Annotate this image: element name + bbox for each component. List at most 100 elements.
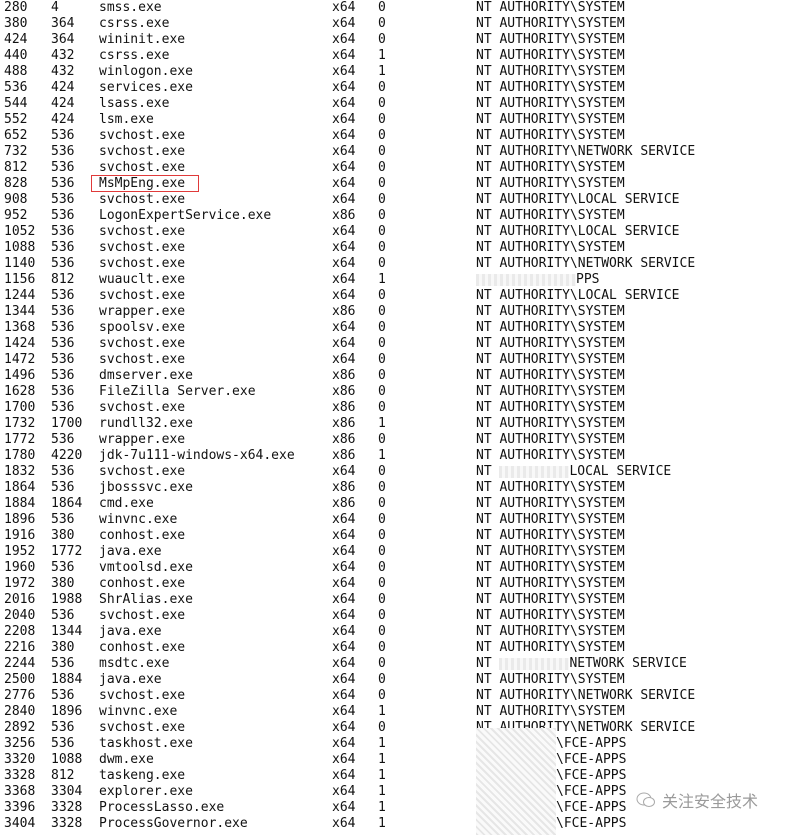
process-row: 1896 536 winvnc.exe x64 0 NT AUTHORITY\SYSTEM xyxy=(0,512,810,528)
process-row: 1960 536 vmtoolsd.exe x64 0 NT AUTHORITY\SYST… xyxy=(0,560,810,576)
process-pid: 380 xyxy=(4,16,28,31)
process-arch: x64 xyxy=(332,272,356,287)
process-user: NT AUTHORITY\SYSTEM xyxy=(476,448,625,464)
process-name: svchost.exe xyxy=(99,400,186,415)
process-row: 952 536 LogonExpertService.exe x86 0 NT AUTHO… xyxy=(0,208,810,224)
process-name: ProcessGovernor.exe xyxy=(99,816,248,831)
process-session: 0 xyxy=(378,144,386,159)
process-name: FileZilla Server.exe xyxy=(99,384,256,399)
user-text: NT AUTHORITY\SYSTEM xyxy=(476,336,625,351)
process-pid: 424 xyxy=(4,32,28,47)
process-row: 424 364 wininit.exe x64 0 NT AUTHORITY\SYSTEM xyxy=(0,32,810,48)
process-user: NT AUTHORITY\SYSTEM xyxy=(476,432,625,448)
process-ppid: 536 xyxy=(51,256,75,271)
process-user: NT AUTHORITY\SYSTEM xyxy=(476,160,625,176)
process-pid: 1424 xyxy=(4,336,36,351)
process-user: NT AUTHORITY\SYSTEM xyxy=(476,352,625,368)
process-name: svchost.exe xyxy=(99,240,186,255)
process-row: 1772 536 wrapper.exe x86 0 NT AUTHORITY\SYSTE… xyxy=(0,432,810,448)
process-ppid: 536 xyxy=(51,464,75,479)
process-pid: 1368 xyxy=(4,320,36,335)
process-user: NT AUTHORITY\SYSTEM xyxy=(476,0,625,16)
process-pid: 1896 xyxy=(4,512,36,527)
process-arch: x64 xyxy=(332,512,356,527)
process-user: NT AUTHORITY\SYSTEM xyxy=(476,576,625,592)
process-session: 0 xyxy=(378,288,386,303)
process-row: 1972 380 conhost.exe x64 0 NT AUTHORITY\SYSTE… xyxy=(0,576,810,592)
process-user: NT AUTHORITY\SYSTEM xyxy=(476,208,625,224)
process-ppid: 536 xyxy=(51,288,75,303)
process-ppid: 536 xyxy=(51,480,75,495)
process-session: 0 xyxy=(378,96,386,111)
process-name: java.exe xyxy=(99,624,162,639)
process-session: 0 xyxy=(378,576,386,591)
process-pid: 652 xyxy=(4,128,28,143)
process-session: 0 xyxy=(378,496,386,511)
process-arch: x86 xyxy=(332,384,356,399)
process-session: 0 xyxy=(378,688,386,703)
process-user: NT AUTHORITY\NETWORK SERVICE xyxy=(476,688,695,704)
process-pid: 1884 xyxy=(4,496,36,511)
process-arch: x64 xyxy=(332,816,356,831)
process-arch: x86 xyxy=(332,496,356,511)
process-row: 1864 536 jbosssvc.exe x86 0 NT AUTHORITY\SYST… xyxy=(0,480,810,496)
process-arch: x64 xyxy=(332,784,356,799)
process-session: 0 xyxy=(378,624,386,639)
user-text: NT AUTHORITY\SYSTEM xyxy=(476,576,625,591)
process-session: 1 xyxy=(378,768,386,783)
process-row: 1700 536 svchost.exe x86 0 NT AUTHORITY\SYSTE… xyxy=(0,400,810,416)
user-text: \FCE-APPS xyxy=(556,816,627,831)
process-pid: 1772 xyxy=(4,432,36,447)
process-user: NT AUTHORITY\SYSTEM xyxy=(476,240,625,256)
process-session: 0 xyxy=(378,16,386,31)
process-pid: 2892 xyxy=(4,720,36,735)
process-row: 1732 1700 rundll32.exe x86 1 NT AUTHORITY\SYS… xyxy=(0,416,810,432)
process-row: 1916 380 conhost.exe x64 0 NT AUTHORITY\SYSTE… xyxy=(0,528,810,544)
user-text: \FCE-APPS xyxy=(556,736,627,751)
process-name: taskhost.exe xyxy=(99,736,193,751)
process-pid: 1972 xyxy=(4,576,36,591)
process-ppid: 1700 xyxy=(51,416,83,431)
process-arch: x64 xyxy=(332,112,356,127)
process-name: vmtoolsd.exe xyxy=(99,560,193,575)
process-row: 2776 536 svchost.exe x64 0 NT AUTHORITY\NETWO… xyxy=(0,688,810,704)
user-text: NT AUTHORITY\SYSTEM xyxy=(476,416,625,431)
process-session: 0 xyxy=(378,336,386,351)
process-arch: x64 xyxy=(332,592,356,607)
process-arch: x64 xyxy=(332,240,356,255)
process-ppid: 536 xyxy=(51,128,75,143)
process-arch: x64 xyxy=(332,144,356,159)
process-pid: 536 xyxy=(4,80,28,95)
process-row: 544 424 lsass.exe x64 0 NT AUTHORITY\SYSTEM xyxy=(0,96,810,112)
process-name: wrapper.exe xyxy=(99,432,186,447)
process-arch: x64 xyxy=(332,528,356,543)
process-arch: x86 xyxy=(332,400,356,415)
process-pid: 828 xyxy=(4,176,28,191)
process-list: 280 4 smss.exe x64 0 NT AUTHORITY\SYSTEM 380 36… xyxy=(0,0,810,832)
user-text: NT AUTHORITY\SYSTEM xyxy=(476,624,625,639)
user-text: NT AUTHORITY\NETWORK SERVICE xyxy=(476,144,696,159)
process-name: conhost.exe xyxy=(99,640,186,655)
process-name: svchost.exe xyxy=(99,688,186,703)
process-ppid: 812 xyxy=(51,768,75,783)
user-text: NT AUTHORITY\SYSTEM xyxy=(476,480,625,495)
process-pid: 1156 xyxy=(4,272,36,287)
process-name: dwm.exe xyxy=(99,752,154,767)
process-arch: x64 xyxy=(332,672,356,687)
watermark: 关注安全技术 xyxy=(636,788,758,812)
process-session: 1 xyxy=(378,64,386,79)
process-row: 1052 536 svchost.exe x64 0 NT AUTHORITY\LOCAL… xyxy=(0,224,810,240)
user-text: NT AUTHORITY\LOCAL SERVICE xyxy=(476,224,680,239)
process-arch: x64 xyxy=(332,352,356,367)
process-session: 0 xyxy=(378,592,386,607)
process-pid: 1496 xyxy=(4,368,36,383)
user-text: NT AUTHORITY\NETWORK SERVICE xyxy=(476,688,696,703)
process-user: NT AUTHORITY\SYSTEM xyxy=(476,48,625,64)
process-ppid: 424 xyxy=(51,80,75,95)
process-session: 0 xyxy=(378,240,386,255)
process-session: 1 xyxy=(378,736,386,751)
process-row: 1140 536 svchost.exe x64 0 NT AUTHORITY\NETWO… xyxy=(0,256,810,272)
process-pid: 552 xyxy=(4,112,28,127)
process-user: NT AUTHORITY\SYSTEM xyxy=(476,368,625,384)
process-ppid: 536 xyxy=(51,144,75,159)
